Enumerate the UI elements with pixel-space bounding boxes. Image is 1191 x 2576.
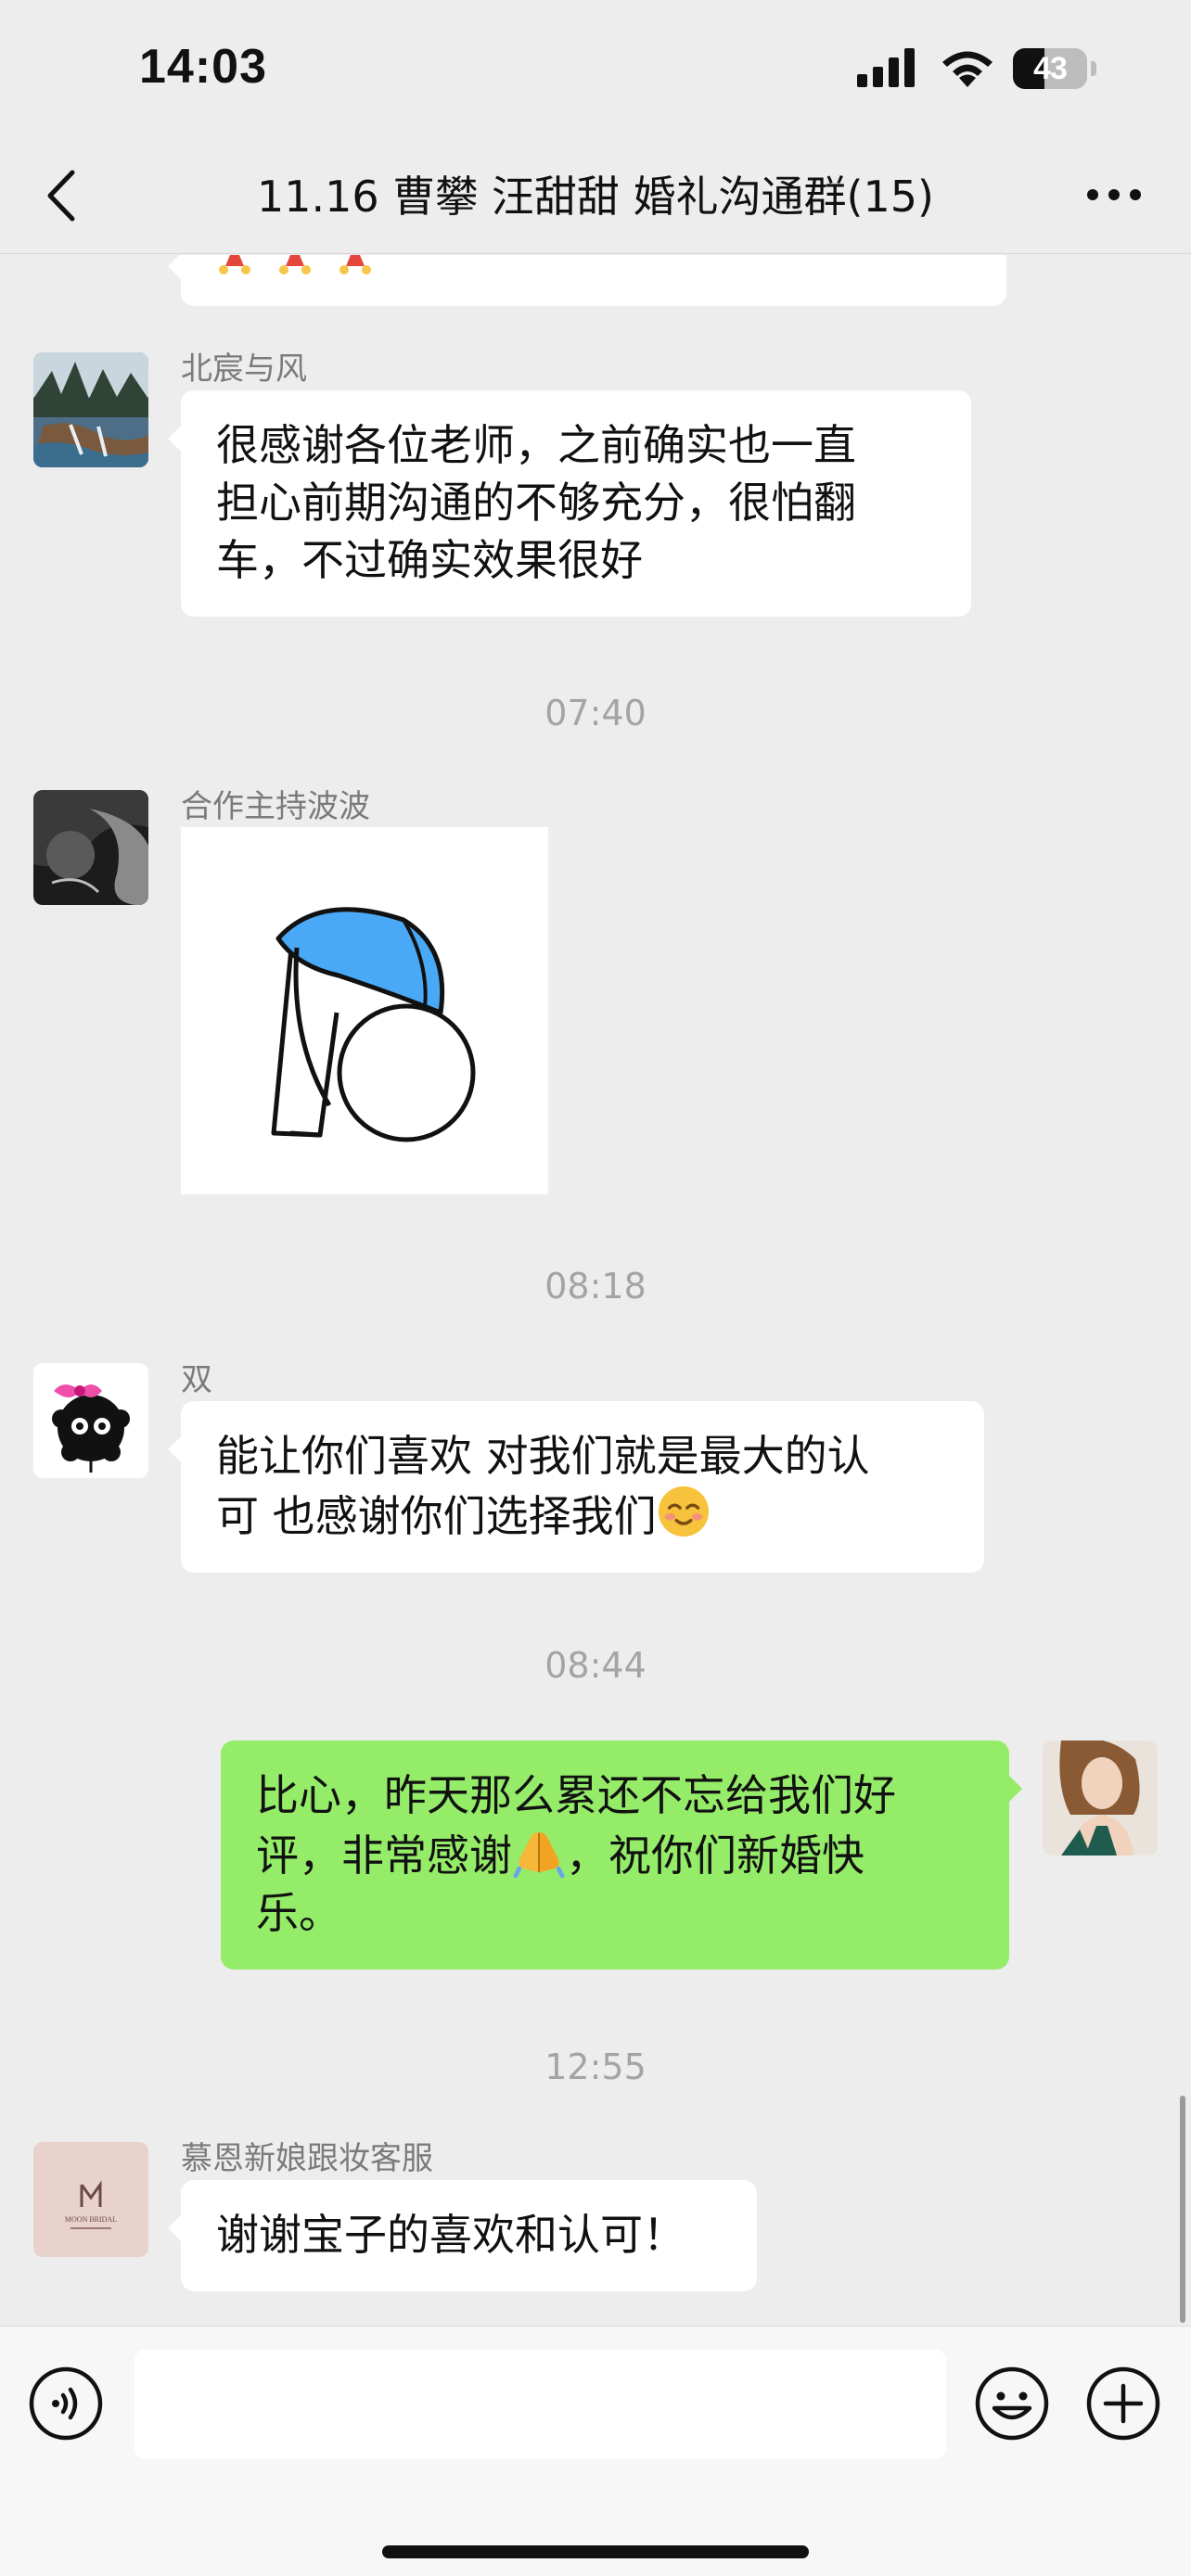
previous-message-bubble[interactable] [168, 255, 1006, 306]
my-message-bubble[interactable]: 比心，昨天那么累还不忘给我们好 评，非常感谢 ，祝你们新婚快 乐。 [221, 1741, 1022, 1970]
avatar[interactable]: MOON BRIDAL [33, 2142, 148, 2257]
sender-name: 慕恩新娘跟妆客服 [181, 2140, 433, 2177]
chat-header: 11.16 曹攀 汪甜甜 婚礼沟通群(15) [0, 139, 1191, 254]
sender-name: 北宸与风 [181, 351, 307, 388]
sender-name: 合作主持波波 [181, 788, 370, 825]
message-text: 很感谢各位老师，之前确实也一直 [216, 420, 856, 470]
home-indicator[interactable] [382, 2545, 809, 2558]
bowing-figure-icon [271, 907, 476, 1142]
timestamp: 07:40 [544, 693, 647, 733]
avatar[interactable] [33, 1363, 148, 1478]
signal-icon [857, 48, 915, 87]
scrollbar[interactable] [1180, 2096, 1185, 2323]
voice-icon[interactable] [28, 2366, 104, 2442]
sender-name: 双 [181, 1361, 212, 1398]
my-avatar[interactable] [1043, 1741, 1158, 1855]
timestamp: 08:18 [544, 1266, 647, 1307]
status-time: 14:03 [139, 40, 267, 94]
battery-percent: 43 [1033, 50, 1068, 86]
more-icon[interactable] [1082, 167, 1146, 223]
message-text: 能让你们喜欢 对我们就是最大的认 [216, 1431, 870, 1481]
message-bubble[interactable]: 很感谢各位老师，之前确实也一直 担心前期沟通的不够充分，很怕翻 车，不过确实效果… [168, 390, 971, 617]
landscape-avatar-image [33, 352, 148, 467]
message-text: 评，非常感谢 [256, 1830, 512, 1881]
portrait-avatar-image [1043, 1741, 1158, 1855]
message-text: 乐。 [256, 1888, 341, 1938]
plus-icon[interactable] [1085, 2366, 1161, 2442]
emoji-icon[interactable] [974, 2366, 1050, 2442]
dark-portrait-avatar-image [33, 790, 148, 905]
timestamp: 08:44 [544, 1645, 647, 1686]
avatar[interactable] [33, 790, 148, 905]
message-text: ，祝你们新婚快 [566, 1830, 864, 1881]
message-input[interactable] [134, 2350, 946, 2459]
battery-tip [1091, 61, 1096, 76]
timestamp: 12:55 [544, 2047, 647, 2087]
bridal-logo-icon: MOON BRIDAL [65, 2180, 117, 2229]
cartoon-avatar-image [33, 1363, 148, 1478]
message-list[interactable]: 北宸与风 很感谢各位老师，之前确实也一直 担心前期沟通的不够充分，很怕翻 车，不… [0, 255, 1191, 2325]
bowing-sticker[interactable] [181, 827, 548, 1194]
message-text: 可 也感谢你们选择我们 [216, 1491, 657, 1541]
avatar[interactable] [33, 352, 148, 467]
message-bubble[interactable]: 能让你们喜欢 对我们就是最大的认 可 也感谢你们选择我们 [168, 1401, 984, 1573]
svg-text:MOON BRIDAL: MOON BRIDAL [65, 2215, 117, 2224]
message-text: 车，不过确实效果很好 [216, 535, 643, 585]
message-text: 担心前期沟通的不够充分，很怕翻 [216, 478, 856, 528]
folded-hands-emoji-icon [513, 1832, 565, 1878]
battery-icon: 43 [1013, 48, 1087, 89]
message-bubble[interactable]: 谢谢宝子的喜欢和认可！ [168, 2180, 757, 2291]
celebration-emoji-icon [219, 255, 371, 274]
status-bar: 14:03 43 [0, 0, 1191, 139]
message-text: 谢谢宝子的喜欢和认可！ [216, 2210, 685, 2260]
input-bar [0, 2326, 1191, 2576]
message-text: 比心，昨天那么累还不忘给我们好 [256, 1770, 896, 1820]
back-arrow-icon[interactable] [33, 163, 89, 228]
smiling-face-emoji-icon [658, 1486, 709, 1537]
chat-title: 11.16 曹攀 汪甜甜 婚礼沟通群(15) [257, 172, 934, 222]
wifi-icon [942, 51, 992, 87]
